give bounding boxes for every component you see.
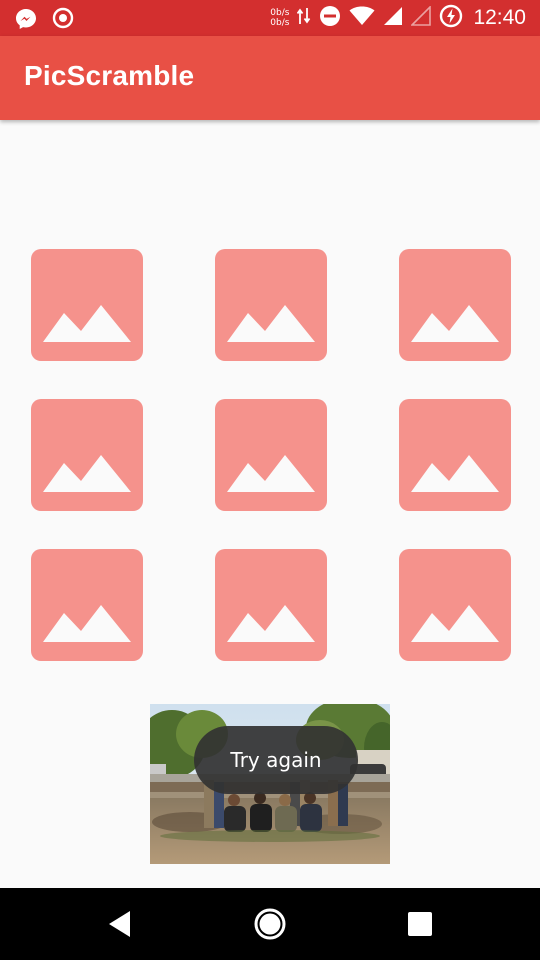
puzzle-tile[interactable] [215,249,327,361]
navigation-bar [0,888,540,960]
recents-icon [408,912,432,936]
puzzle-tile[interactable] [399,399,511,511]
toast-message: Try again [194,726,358,794]
image-placeholder-icon [227,605,315,642]
toast-text: Try again [230,748,322,772]
cell-signal-icon [383,6,403,31]
status-system: 0b/s 0b/s 12:40 [270,4,526,32]
puzzle-tile[interactable] [31,549,143,661]
messenger-icon [14,7,38,36]
battery-saver-icon [439,4,463,33]
image-placeholder-icon [43,305,131,342]
home-icon [254,908,286,940]
recents-button[interactable] [402,906,438,942]
app-title: PicScramble [24,60,195,91]
puzzle-tile[interactable] [399,549,511,661]
network-speed: 0b/s 0b/s [270,8,289,28]
image-placeholder-icon [227,455,315,492]
status-bar: 0b/s 0b/s 12:40 [0,0,540,36]
back-icon [109,911,130,937]
back-button[interactable] [102,906,138,942]
puzzle-tile[interactable] [31,399,143,511]
image-placeholder-icon [411,605,499,642]
puzzle-tile[interactable] [399,249,511,361]
image-placeholder-icon [411,305,499,342]
puzzle-tile[interactable] [215,549,327,661]
image-placeholder-icon [43,455,131,492]
puzzle-tile[interactable] [215,399,327,511]
wifi-icon [349,6,375,31]
home-button[interactable] [252,906,288,942]
image-placeholder-icon [227,305,315,342]
app-bar: PicScramble [0,36,540,120]
target-icon [52,7,74,36]
status-notifications [14,7,74,36]
dnd-icon [319,5,341,32]
net-speed-down: 0b/s [270,18,290,28]
image-placeholder-icon [411,455,499,492]
data-arrows-icon [297,6,311,31]
net-speed-up: 0b/s [270,8,290,18]
no-sim-signal-icon [410,4,432,31]
clock: 12:40 [473,6,526,29]
image-placeholder-icon [43,605,131,642]
puzzle-tile[interactable] [31,249,143,361]
